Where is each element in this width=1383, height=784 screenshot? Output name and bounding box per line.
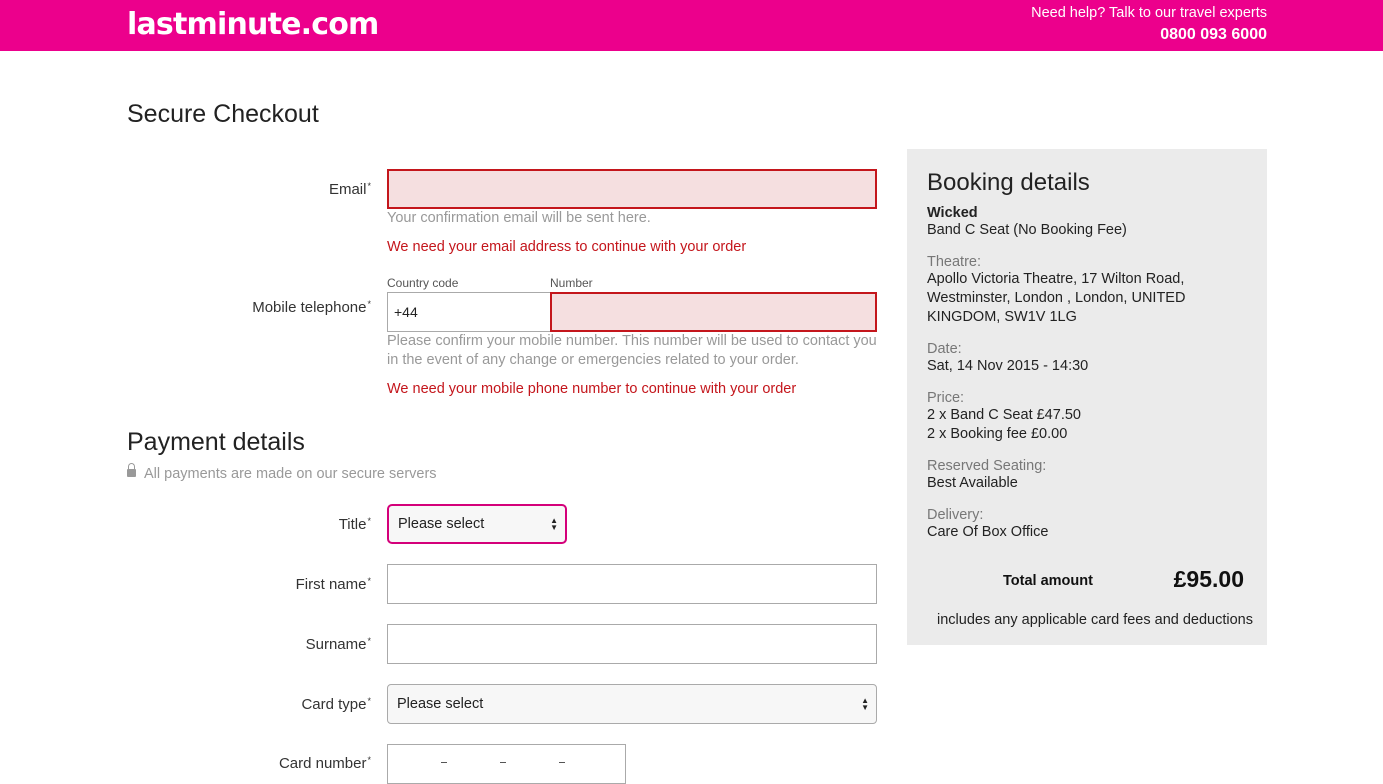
country-code-field[interactable]: +44 [387, 292, 551, 332]
card-number-separator [441, 762, 447, 763]
total-amount-value: £95.00 [1173, 566, 1244, 592]
total-amount-note: includes any applicable card fees and de… [937, 612, 1253, 628]
mobile-number-field[interactable] [550, 292, 877, 332]
delivery-value: Care Of Box Office [927, 524, 1049, 540]
seat-type: Band C Seat (No Booking Fee) [927, 222, 1127, 238]
first-name-label: First name* [295, 576, 371, 593]
price-line-fee: 2 x Booking fee £0.00 [927, 426, 1068, 442]
card-number-label: Card number* [278, 755, 371, 772]
booking-details-panel: Booking details Wicked Band C Seat (No B… [907, 149, 1267, 645]
surname-field[interactable] [387, 624, 877, 664]
first-name-field[interactable] [387, 564, 877, 604]
help-text: Need help? Talk to our travel experts [1031, 5, 1267, 21]
email-error-message: We need your email address to continue w… [387, 239, 747, 255]
mobile-telephone-label: Mobile telephone* [252, 299, 371, 316]
card-type-select[interactable]: Please select ▲ ▼ [387, 684, 877, 724]
title-label: Title* [338, 516, 371, 533]
help-phone-number[interactable]: 0800 093 6000 [1160, 25, 1267, 45]
booking-details-heading: Booking details [927, 169, 1090, 196]
email-label: Email* [328, 181, 371, 198]
theatre-value: Apollo Victoria Theatre, 17 Wilton Road,… [927, 271, 1186, 325]
select-arrows-icon: ▲ ▼ [861, 696, 869, 712]
lock-icon [127, 463, 136, 477]
card-number-separator [559, 762, 565, 763]
date-value: Sat, 14 Nov 2015 - 14:30 [927, 358, 1089, 374]
card-number-separator [500, 762, 506, 763]
payment-details-heading: Payment details [127, 428, 305, 456]
site-logo[interactable]: lastminute.com [127, 7, 379, 43]
mobile-hint: Please confirm your mobile number. This … [387, 333, 877, 368]
secure-payments-note: All payments are made on our secure serv… [127, 463, 437, 483]
surname-label: Surname* [305, 636, 371, 653]
page-title: Secure Checkout [127, 100, 319, 128]
email-hint: Your confirmation email will be sent her… [387, 210, 651, 226]
total-amount-label: Total amount [1003, 573, 1093, 589]
country-code-label: Country code [387, 276, 459, 290]
reserved-seating-value: Best Available [927, 475, 1018, 491]
mobile-error-message: We need your mobile phone number to cont… [387, 381, 797, 397]
card-type-label: Card type* [301, 696, 371, 713]
card-number-field[interactable] [387, 744, 626, 784]
number-label: Number [550, 276, 593, 290]
price-line-seat: 2 x Band C Seat £47.50 [927, 407, 1081, 423]
top-header-bar: lastminute.com Need help? Talk to our tr… [0, 0, 1383, 51]
title-select[interactable]: Please select ▲ ▼ [387, 504, 567, 544]
select-arrows-icon: ▲ ▼ [550, 516, 558, 532]
email-field[interactable] [387, 169, 877, 209]
